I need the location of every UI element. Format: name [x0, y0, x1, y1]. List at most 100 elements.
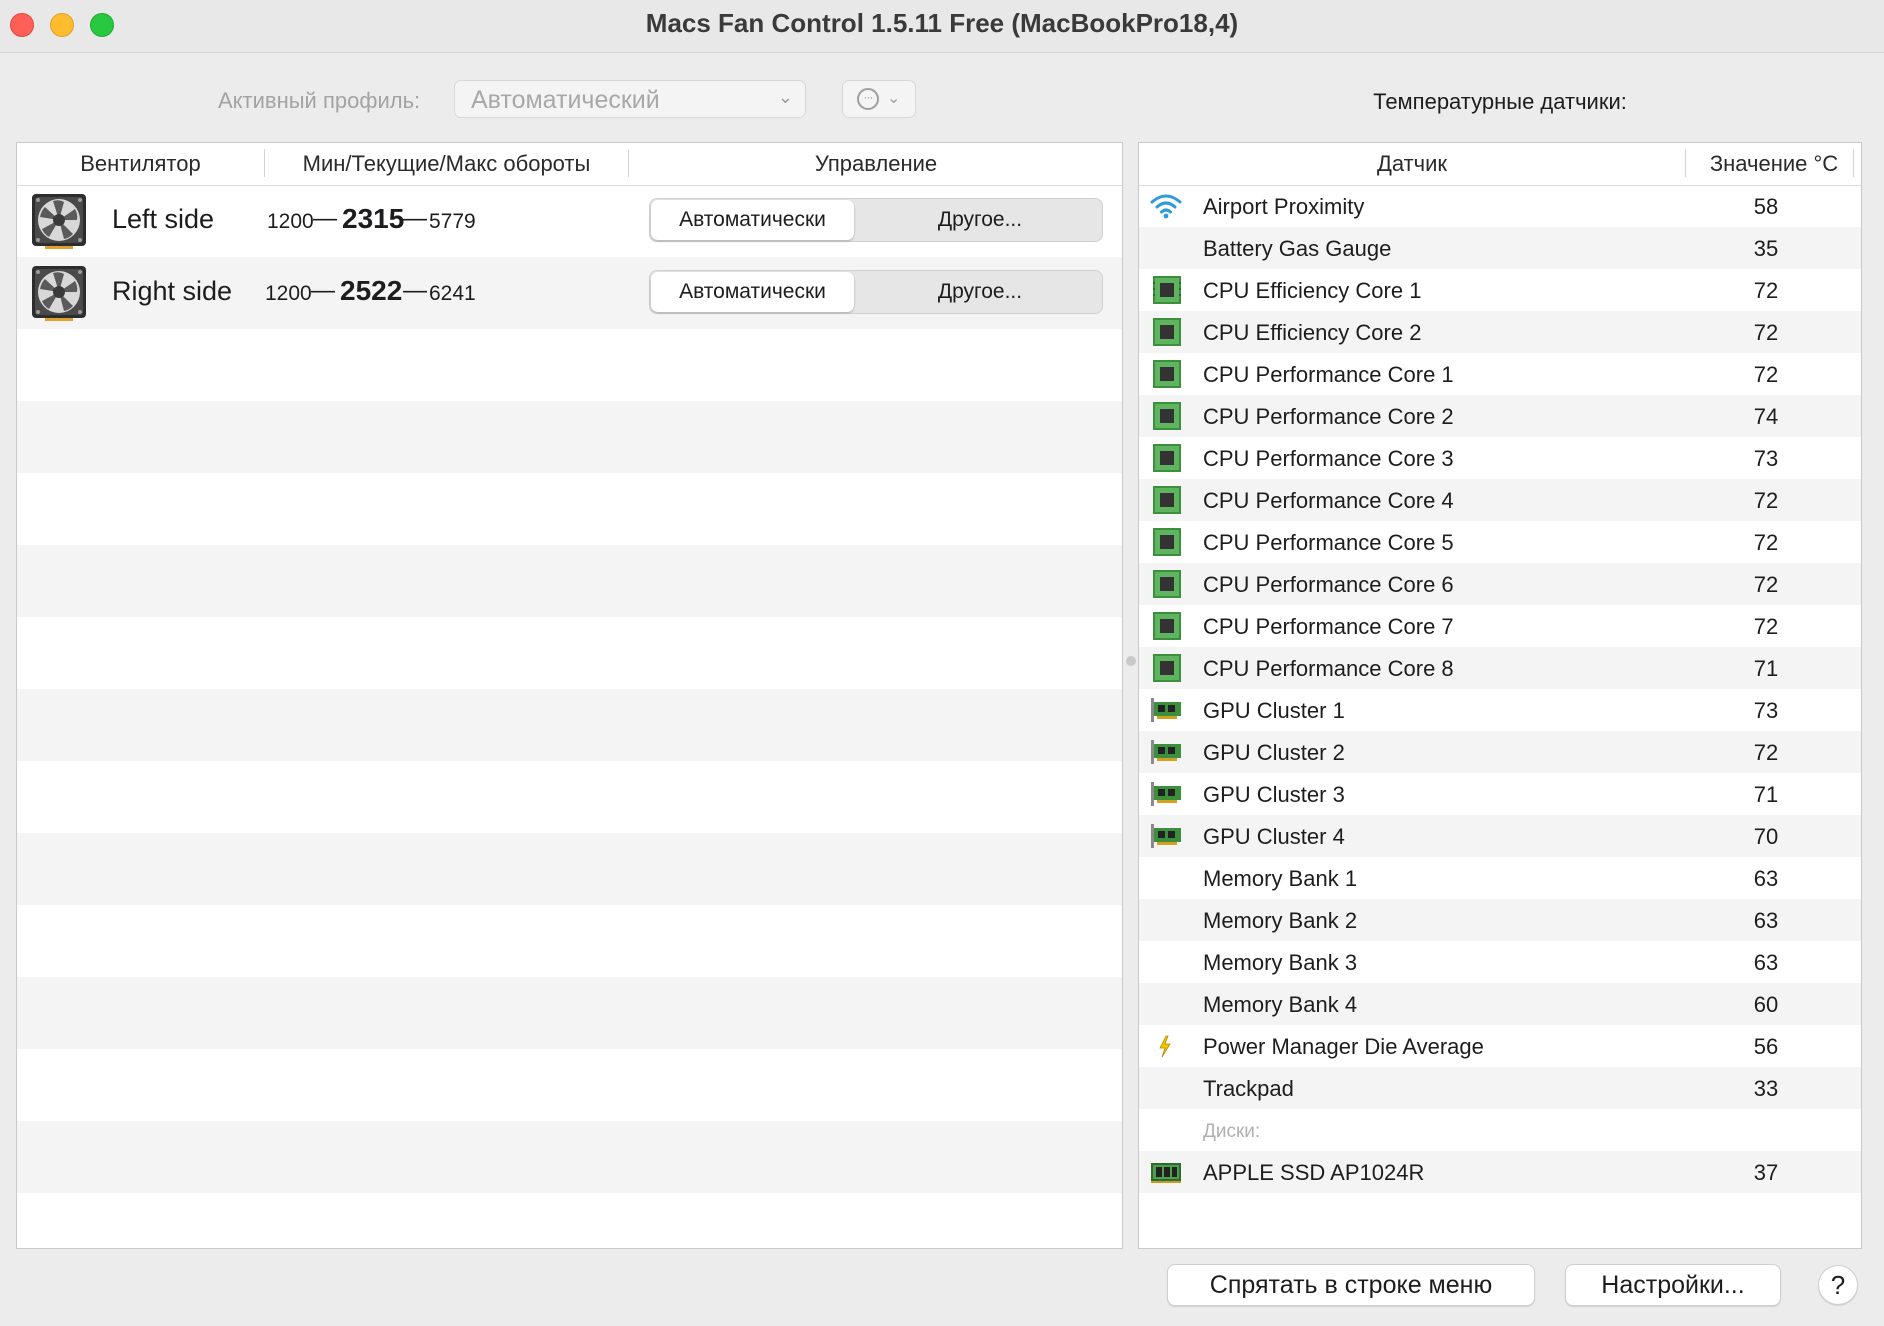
cpu-chip-icon — [1153, 570, 1181, 598]
table-stripe — [17, 401, 1122, 473]
profile-actions-button[interactable]: ··· ⌄ — [842, 80, 916, 118]
sensor-value: 72 — [1753, 362, 1779, 387]
sensor-row[interactable]: CPU Performance Core 5 72 — [1139, 521, 1861, 563]
gpu-card-icon — [1151, 782, 1181, 806]
sensor-row[interactable]: CPU Performance Core 4 72 — [1139, 479, 1861, 521]
sensor-value: 73 — [1753, 698, 1779, 723]
fan-table-header: Вентилятор Мин/Текущие/Макс обороты Упра… — [17, 143, 1122, 186]
column-header-value[interactable]: Значение °C — [1686, 151, 1861, 177]
sensor-row[interactable]: Battery Gas Gauge 35 — [1139, 227, 1861, 269]
split-view-divider-handle[interactable] — [1126, 656, 1136, 666]
sensor-value: 71 — [1753, 656, 1779, 681]
fan-max-rpm: 5779 — [429, 210, 476, 233]
sensor-row[interactable]: Memory Bank 4 60 — [1139, 983, 1861, 1025]
sensor-row[interactable]: CPU Performance Core 7 72 — [1139, 605, 1861, 647]
sensor-row[interactable]: CPU Efficiency Core 1 72 — [1139, 269, 1861, 311]
sensor-name: CPU Performance Core 8 — [1203, 656, 1454, 681]
cpu-chip-icon — [1153, 612, 1181, 640]
cpu-chip-icon — [1153, 276, 1181, 304]
auto-control-button[interactable]: Автоматически — [651, 272, 854, 312]
sensor-name: GPU Cluster 1 — [1203, 698, 1345, 723]
sensor-value: 60 — [1753, 992, 1779, 1017]
sensor-name: Trackpad — [1203, 1076, 1294, 1101]
sensor-row[interactable]: GPU Cluster 3 71 — [1139, 773, 1861, 815]
sensor-rows: Airport Proximity 58 Battery Gas Gauge 3… — [1139, 185, 1861, 1193]
sensor-row[interactable]: CPU Performance Core 3 73 — [1139, 437, 1861, 479]
sensor-value: 33 — [1753, 1076, 1779, 1101]
sensor-name: Airport Proximity — [1203, 194, 1365, 219]
sensor-value: 72 — [1753, 572, 1779, 597]
gpu-card-icon — [1151, 740, 1181, 764]
ssd-icon — [1151, 1163, 1181, 1183]
sensor-row[interactable]: Memory Bank 1 63 — [1139, 857, 1861, 899]
sensor-name: CPU Efficiency Core 2 — [1203, 320, 1422, 345]
sensor-value: 63 — [1753, 908, 1779, 933]
sensor-row[interactable]: CPU Efficiency Core 2 72 — [1139, 311, 1861, 353]
sensor-row[interactable]: CPU Performance Core 1 72 — [1139, 353, 1861, 395]
sensor-name: Memory Bank 4 — [1203, 992, 1358, 1017]
cpu-chip-icon — [1153, 444, 1181, 472]
column-header-fan[interactable]: Вентилятор — [17, 151, 264, 177]
sensor-value: 35 — [1753, 236, 1779, 261]
fan-control-segmented: Автоматически Другое... — [649, 198, 1103, 242]
fan-row-right-side[interactable]: Right side 1200 — 2522 — 6241 Автоматиче… — [17, 257, 1122, 329]
fan-current-rpm: 2522 — [340, 275, 403, 306]
custom-control-button[interactable]: Другое... — [860, 272, 1100, 312]
sensor-value: 72 — [1753, 320, 1779, 345]
fan-name: Left side — [112, 204, 215, 234]
disks-section-label: Диски: — [1203, 1121, 1261, 1142]
sensor-row[interactable]: GPU Cluster 2 72 — [1139, 731, 1861, 773]
profile-select[interactable]: Автоматический ⌄ — [454, 80, 806, 118]
sensor-name: CPU Performance Core 4 — [1203, 488, 1454, 513]
sensor-name: CPU Performance Core 6 — [1203, 572, 1454, 597]
sensor-name: APPLE SSD AP1024R — [1203, 1160, 1425, 1185]
sensor-row[interactable]: Airport Proximity 58 — [1139, 185, 1861, 227]
custom-control-button[interactable]: Другое... — [860, 200, 1100, 240]
settings-button[interactable]: Настройки... — [1565, 1264, 1781, 1306]
sensor-row[interactable]: Trackpad 33 — [1139, 1067, 1861, 1109]
sensor-row[interactable]: CPU Performance Core 8 71 — [1139, 647, 1861, 689]
sensor-name: CPU Performance Core 5 — [1203, 530, 1454, 555]
cpu-chip-icon — [1153, 402, 1181, 430]
sensor-name: CPU Performance Core 2 — [1203, 404, 1454, 429]
sensor-name: CPU Performance Core 1 — [1203, 362, 1454, 387]
title-bar: Macs Fan Control 1.5.11 Free (MacBookPro… — [0, 0, 1884, 53]
sensor-table-header: Датчик Значение °C — [1139, 143, 1861, 186]
sensor-row[interactable]: Power Manager Die Average 56 — [1139, 1025, 1861, 1067]
fan-min-rpm: 1200 — [265, 282, 312, 305]
sensor-row[interactable]: Memory Bank 2 63 — [1139, 899, 1861, 941]
sensor-name: CPU Efficiency Core 1 — [1203, 278, 1422, 303]
sensor-row[interactable]: CPU Performance Core 6 72 — [1139, 563, 1861, 605]
active-profile-label: Активный профиль: — [218, 88, 421, 113]
column-header-rpm[interactable]: Мин/Текущие/Макс обороты — [265, 151, 628, 177]
fan-max-rpm: 6241 — [429, 282, 476, 305]
table-stripe — [17, 977, 1122, 1049]
column-header-control[interactable]: Управление — [629, 151, 1122, 177]
sensor-value: 72 — [1753, 488, 1779, 513]
fan-current-rpm: 2315 — [342, 203, 405, 234]
sensor-value: 71 — [1753, 782, 1779, 807]
sensor-row[interactable]: GPU Cluster 1 73 — [1139, 689, 1861, 731]
sensor-row[interactable]: APPLE SSD AP1024R 37 — [1139, 1151, 1861, 1193]
sensor-value: 74 — [1753, 404, 1779, 429]
sensor-row[interactable]: CPU Performance Core 2 74 — [1139, 395, 1861, 437]
column-header-sensor[interactable]: Датчик — [1139, 151, 1685, 177]
ellipsis-circle-icon: ··· — [857, 88, 879, 110]
profile-select-value: Автоматический — [471, 86, 660, 114]
sensor-name: Battery Gas Gauge — [1203, 236, 1392, 261]
fan-table: Вентилятор Мин/Текущие/Макс обороты Упра… — [16, 142, 1123, 1249]
sensor-value: 37 — [1753, 1160, 1779, 1185]
cpu-chip-icon — [1153, 654, 1181, 682]
sensor-row[interactable]: GPU Cluster 4 70 — [1139, 815, 1861, 857]
auto-control-button[interactable]: Автоматически — [651, 200, 854, 240]
sensor-value: 58 — [1753, 194, 1779, 219]
sensor-name: Memory Bank 1 — [1203, 866, 1358, 891]
sensor-value: 70 — [1753, 824, 1779, 849]
hide-in-menu-bar-button[interactable]: Спрятать в строке меню — [1167, 1264, 1535, 1306]
sensor-row[interactable]: Memory Bank 3 63 — [1139, 941, 1861, 983]
table-stripe — [17, 689, 1122, 761]
fan-row-left-side[interactable]: Left side 1200 — 2315 — 5779 Автоматичес… — [17, 185, 1122, 257]
sensor-name: Power Manager Die Average — [1203, 1034, 1484, 1059]
chevron-down-icon: ⌄ — [777, 87, 793, 107]
help-button[interactable]: ? — [1818, 1265, 1858, 1305]
